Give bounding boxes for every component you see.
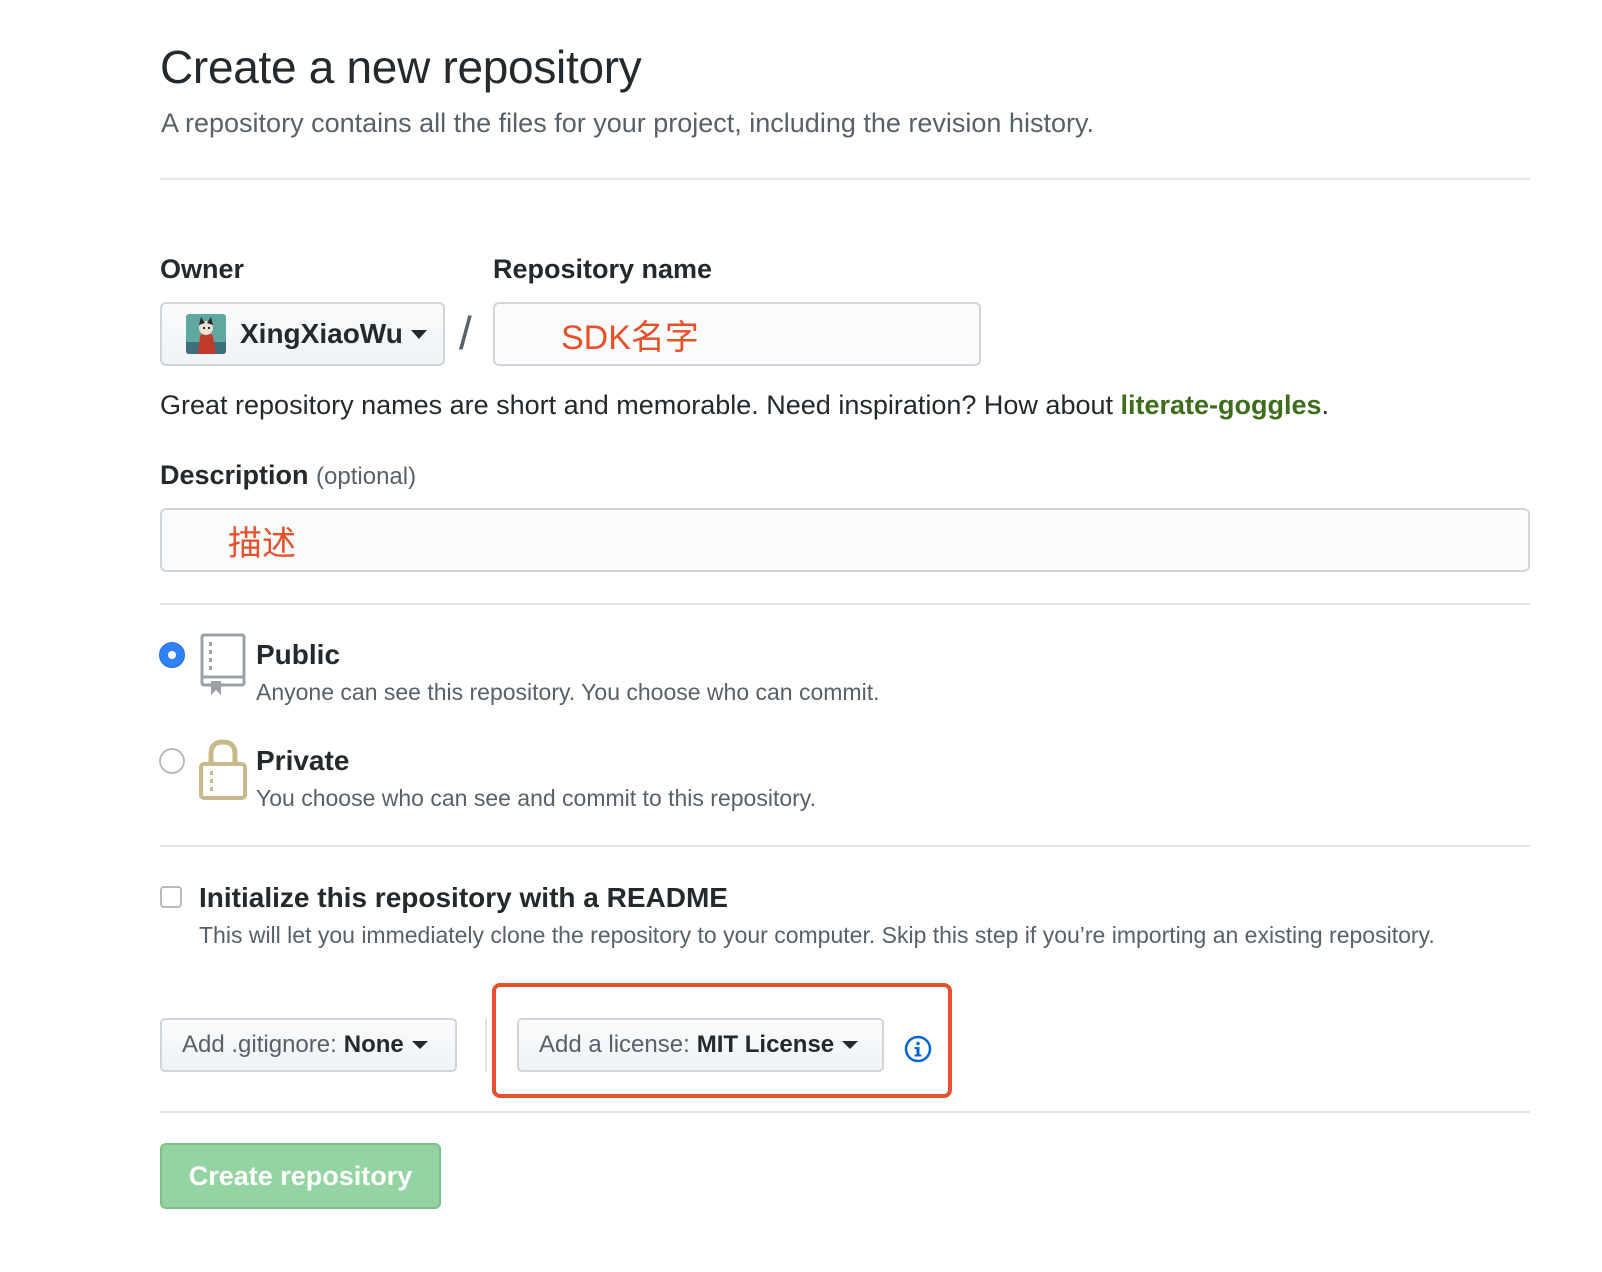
- repo-name-label: Repository name: [493, 254, 713, 284]
- description-label-text: Description: [160, 460, 309, 490]
- description-value: 描述: [228, 524, 296, 563]
- divider: [160, 845, 1530, 847]
- page-subtitle: A repository contains all the files for …: [161, 108, 1094, 138]
- gitignore-prefix: Add .gitignore:: [182, 1031, 337, 1058]
- divider: [160, 1111, 1530, 1113]
- owner-name: XingXiaoWu: [240, 318, 403, 349]
- private-title: Private: [256, 745, 350, 776]
- divider: [160, 178, 1530, 180]
- name-hint-text: Great repository names are short and mem…: [160, 390, 1121, 420]
- owner-repo-separator: /: [459, 307, 472, 359]
- private-radio[interactable]: [159, 748, 185, 774]
- caret-down-icon: [410, 329, 427, 339]
- avatar: [186, 314, 226, 354]
- description-label: Description (optional): [160, 460, 416, 491]
- annotation-highlight-box: [492, 983, 952, 1098]
- public-radio[interactable]: [159, 642, 185, 668]
- gitignore-value: None: [343, 1031, 404, 1058]
- owner-label: Owner: [160, 254, 245, 284]
- private-desc: You choose who can see and commit to thi…: [256, 785, 816, 811]
- repo-name-value: SDK名字: [561, 318, 699, 357]
- readme-desc: This will let you immediately clone the …: [199, 922, 1435, 948]
- readme-title: Initialize this repository with a README: [199, 882, 728, 913]
- divider: [485, 1018, 487, 1072]
- page-title: Create a new repository: [160, 41, 642, 93]
- repo-name-input[interactable]: SDK名字: [493, 302, 981, 366]
- name-hint-suffix: .: [1321, 390, 1330, 420]
- description-input[interactable]: 描述: [160, 508, 1530, 572]
- create-repository-button[interactable]: Create repository: [160, 1143, 441, 1209]
- readme-checkbox[interactable]: [160, 886, 182, 908]
- owner-select[interactable]: XingXiaoWu: [160, 302, 445, 366]
- caret-down-icon: [411, 1041, 428, 1049]
- public-title: Public: [256, 639, 341, 670]
- divider: [160, 603, 1530, 605]
- optional-tag: (optional): [316, 463, 417, 490]
- gitignore-select[interactable]: Add .gitignore: None: [160, 1018, 457, 1072]
- repo-icon: [199, 633, 247, 697]
- name-hint: Great repository names are short and mem…: [160, 390, 1329, 421]
- public-desc: Anyone can see this repository. You choo…: [256, 679, 880, 705]
- name-suggestion-link[interactable]: literate-goggles: [1121, 390, 1322, 420]
- lock-icon: [199, 738, 247, 802]
